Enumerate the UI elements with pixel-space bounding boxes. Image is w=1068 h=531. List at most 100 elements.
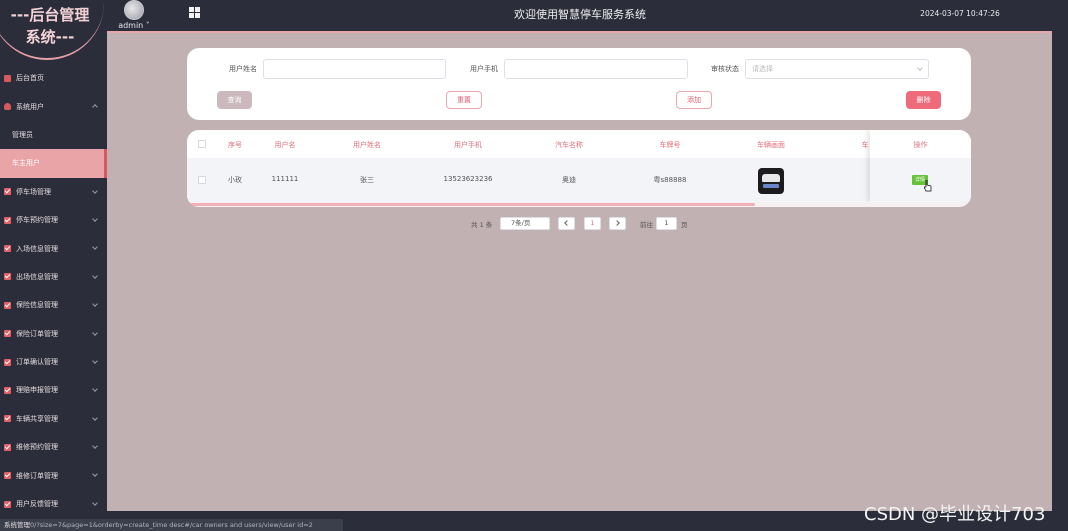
cell-index: 小玫 (228, 176, 242, 184)
chevron-down-icon (92, 386, 98, 393)
sidebar-item-vehicle-sharing[interactable]: 车辆共享管理 (0, 405, 107, 433)
status-select[interactable]: 请选择 (745, 59, 929, 79)
sidebar-item-home[interactable]: 后台首页 (0, 64, 107, 92)
chevron-up-icon (92, 104, 98, 111)
sidebar-item-label: 维修预约管理 (16, 443, 58, 452)
column-header-index[interactable]: 序号 (215, 140, 255, 150)
sidebar-item-insurance-orders[interactable]: 保险订单管理 (0, 320, 107, 348)
delete-button[interactable]: 删除 (906, 91, 941, 109)
goto-page-input[interactable]: 1 (656, 217, 677, 230)
status-url: 0/?size=7&page=1&orderby=create_time des… (30, 521, 313, 529)
sidebar-item-label: 管理员 (12, 130, 33, 139)
home-icon (4, 74, 11, 82)
checkbox-icon (4, 216, 11, 224)
menu-grid-icon[interactable] (189, 7, 200, 18)
system-title: 欢迎使用智慧停车服务系统 (514, 8, 646, 21)
sidebar-item-feedback[interactable]: 用户反馈管理 (0, 490, 107, 518)
table-row[interactable]: 小玫 111111 张三 13523623236 奥迪 粤s88888 (187, 158, 971, 202)
sidebar-item-label: 后台首页 (16, 74, 44, 83)
page-suffix: 页 (681, 221, 688, 229)
prev-page-button[interactable] (558, 217, 575, 230)
select-all-checkbox[interactable] (198, 140, 206, 148)
sidebar-item-exits[interactable]: 出场信息管理 (0, 263, 107, 291)
sidebar-item-label: 车主用户 (12, 159, 40, 168)
sidebar-item-system-users[interactable]: 系统用户 (0, 92, 107, 120)
checkbox-icon (4, 188, 11, 196)
column-header-car-image[interactable]: 车辆画面 (741, 140, 801, 150)
brand-line-2: 系统--- (25, 28, 75, 46)
sidebar-item-label: 保险订单管理 (16, 329, 58, 338)
checkbox-icon (4, 245, 11, 253)
row-checkbox[interactable] (198, 176, 206, 184)
user-name[interactable]: admin (118, 21, 143, 30)
sidebar-item-parking-lots[interactable]: 停车场管理 (0, 178, 107, 206)
main-content: 用户姓名 用户手机 审核状态 请选择 查询 重置 添加 删除 序号 用户名 用户… (107, 33, 1052, 511)
checkbox-icon (4, 443, 11, 451)
search-panel: 用户姓名 用户手机 审核状态 请选择 查询 重置 添加 删除 (187, 48, 971, 120)
page-number-1[interactable]: 1 (584, 217, 601, 230)
sidebar: 后台首页 系统用户 管理员 车主用户 停车场管理 停车预约管理 入场信息管理 出… (0, 64, 107, 514)
sidebar-item-repair-reservations[interactable]: 维修预约管理 (0, 433, 107, 461)
chevron-down-icon (92, 272, 98, 279)
checkbox-icon (4, 330, 11, 338)
column-header-phone[interactable]: 用户手机 (438, 140, 498, 150)
avatar[interactable] (124, 0, 144, 20)
search-button[interactable]: 查询 (217, 91, 252, 109)
chevron-down-icon: ˅ (143, 21, 150, 30)
chevron-left-icon (564, 220, 570, 226)
sidebar-item-repair-orders[interactable]: 维修订单管理 (0, 461, 107, 489)
chevron-down-icon (92, 301, 98, 307)
car-image-thumbnail[interactable] (758, 168, 784, 194)
sidebar-item-label: 保险信息管理 (16, 301, 58, 310)
scrollbar-thumb[interactable] (187, 203, 755, 206)
checkbox-icon (4, 415, 11, 423)
checkbox-icon (4, 301, 11, 309)
chevron-down-icon (92, 216, 98, 222)
sidebar-item-label: 理赔申报管理 (16, 386, 58, 395)
cell-username: 111111 (271, 175, 299, 183)
sidebar-item-car-owners[interactable]: 车主用户 (0, 149, 107, 178)
user-menu[interactable]: admin ˅ (116, 0, 152, 31)
cell-phone: 13523623236 (443, 175, 493, 183)
cell-car-name: 奥迪 (562, 176, 576, 184)
next-page-button[interactable] (609, 217, 626, 230)
cell-plate: 粤s88888 (653, 176, 687, 184)
column-header-car-name[interactable]: 汽车名称 (539, 140, 599, 150)
column-header-action: 操作 (913, 141, 928, 149)
sidebar-bottom-label[interactable]: 系统管理 (4, 521, 30, 529)
sidebar-item-order-confirm[interactable]: 订单确认管理 (0, 348, 107, 376)
goto-label: 前往 (640, 221, 653, 229)
column-header-username[interactable]: 用户名 (265, 140, 305, 150)
sidebar-item-entries[interactable]: 入场信息管理 (0, 234, 107, 262)
page-size-select[interactable]: 7条/页 (500, 217, 550, 230)
fixed-action-column: 操作 详情 (870, 130, 971, 202)
column-header-plate[interactable]: 车牌号 (640, 140, 700, 150)
column-header-realname[interactable]: 用户姓名 (337, 140, 397, 150)
sidebar-item-claims[interactable]: 理赔申报管理 (0, 376, 107, 404)
sidebar-item-label: 订单确认管理 (16, 358, 58, 367)
sidebar-item-insurance-info[interactable]: 保险信息管理 (0, 291, 107, 319)
add-button[interactable]: 添加 (676, 91, 712, 109)
user-icon (4, 103, 11, 111)
datetime-display: 2024-03-07 10:47:26 (920, 9, 1000, 18)
chevron-down-icon (92, 414, 98, 421)
horizontal-scrollbar[interactable] (187, 202, 971, 207)
checkbox-icon (4, 472, 11, 480)
sidebar-item-label: 用户反馈管理 (16, 500, 58, 509)
sidebar-item-reservations[interactable]: 停车预约管理 (0, 206, 107, 234)
chevron-right-icon (614, 220, 620, 226)
checkbox-icon (4, 386, 11, 394)
name-input[interactable] (263, 59, 446, 79)
brand-line-1: ---后台管理 (10, 6, 90, 24)
watermark: CSDN @毕业设计703 (864, 504, 1046, 525)
sidebar-item-admins[interactable]: 管理员 (0, 121, 107, 149)
phone-input[interactable] (504, 59, 688, 79)
browser-status-bar: 系统管理0/?size=7&page=1&orderby=create_time… (0, 519, 343, 531)
checkbox-icon (4, 358, 11, 366)
reset-button[interactable]: 重置 (446, 91, 482, 109)
page-size-value: 7条/页 (511, 219, 531, 227)
sidebar-item-label: 系统用户 (16, 102, 44, 111)
sidebar-item-label: 停车预约管理 (16, 216, 58, 225)
chevron-down-icon (92, 329, 98, 336)
brand-title: ---后台管理 系统--- (0, 4, 100, 48)
